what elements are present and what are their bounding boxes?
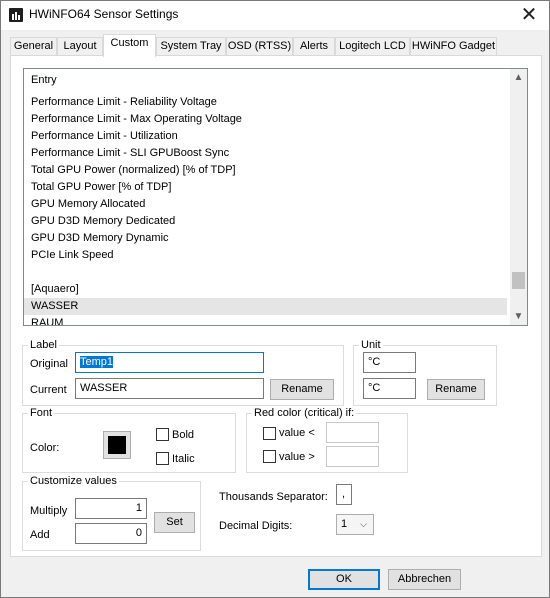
list-item[interactable]: GPU Memory Allocated bbox=[24, 196, 507, 213]
tab-osd-rtss[interactable]: OSD (RTSS) bbox=[226, 37, 293, 56]
customize-values-title: Customize values bbox=[28, 474, 119, 488]
current-unit-field[interactable]: °C bbox=[363, 378, 416, 399]
current-label: Current bbox=[30, 384, 67, 396]
sensor-entry-list[interactable]: Entry Performance Limit - Reliability Vo… bbox=[23, 68, 528, 326]
cancel-button[interactable]: Abbrechen bbox=[388, 569, 461, 590]
add-field[interactable]: 0 bbox=[75, 523, 147, 544]
list-scrollbar[interactable]: ▲ ▼ bbox=[510, 69, 527, 325]
list-item[interactable]: [Aquaero] bbox=[24, 281, 507, 298]
color-picker-button[interactable] bbox=[103, 431, 131, 459]
tab-alerts[interactable]: Alerts bbox=[293, 37, 335, 56]
list-item[interactable]: Total GPU Power [% of TDP] bbox=[24, 179, 507, 196]
tab-system-tray[interactable]: System Tray bbox=[156, 37, 226, 56]
list-item[interactable]: GPU D3D Memory Dedicated bbox=[24, 213, 507, 230]
sensor-settings-window: HWiNFO64 Sensor Settings ✕ General Layou… bbox=[0, 0, 550, 598]
original-unit-field[interactable]: °C bbox=[363, 352, 416, 373]
rename-unit-button[interactable]: Rename bbox=[427, 379, 485, 400]
red-color-group-title: Red color (critical) if: bbox=[252, 406, 357, 420]
list-item[interactable] bbox=[24, 264, 507, 281]
multiply-label: Multiply bbox=[30, 505, 68, 517]
italic-checkbox[interactable] bbox=[156, 452, 169, 465]
scroll-thumb[interactable] bbox=[512, 272, 525, 289]
list-items: Performance Limit - Reliability Voltage … bbox=[24, 94, 507, 325]
tab-layout[interactable]: Layout bbox=[57, 37, 103, 56]
thousands-separator-field[interactable]: , bbox=[336, 484, 352, 505]
original-label-field[interactable]: Temp1 bbox=[75, 352, 264, 373]
tab-hwinfo-gadget[interactable]: HWiNFO Gadget bbox=[410, 37, 497, 56]
color-label: Color: bbox=[30, 442, 60, 454]
current-label-field[interactable]: WASSER bbox=[75, 378, 264, 399]
value-greater-checkbox[interactable] bbox=[263, 450, 276, 463]
list-item[interactable]: Performance Limit - Max Operating Voltag… bbox=[24, 111, 507, 128]
hwinfo-app-icon bbox=[9, 8, 23, 22]
list-item[interactable]: Total GPU Power (normalized) [% of TDP] bbox=[24, 162, 507, 179]
decimal-digits-label: Decimal Digits: bbox=[219, 520, 293, 532]
multiply-field[interactable]: 1 bbox=[75, 498, 147, 519]
list-item[interactable]: PCIe Link Speed bbox=[24, 247, 507, 264]
window-title: HWiNFO64 Sensor Settings bbox=[29, 7, 179, 21]
tab-logitech-lcd[interactable]: Logitech LCD bbox=[335, 37, 410, 56]
list-item[interactable]: Performance Limit - Utilization bbox=[24, 128, 507, 145]
thousands-separator-label: Thousands Separator: bbox=[219, 491, 328, 503]
ok-button[interactable]: OK bbox=[308, 569, 380, 590]
value-less-label: value < bbox=[279, 427, 315, 439]
tab-general[interactable]: General bbox=[10, 37, 57, 56]
chevron-down-icon: ⌵ bbox=[360, 519, 367, 529]
set-button[interactable]: Set bbox=[154, 512, 195, 533]
italic-label: Italic bbox=[172, 453, 195, 465]
list-item[interactable]: Performance Limit - SLI GPUBoost Sync bbox=[24, 145, 507, 162]
value-greater-label: value > bbox=[279, 451, 315, 463]
list-item[interactable]: Performance Limit - Reliability Voltage bbox=[24, 94, 507, 111]
list-item-selected[interactable]: WASSER bbox=[24, 298, 507, 315]
close-icon[interactable]: ✕ bbox=[517, 3, 541, 27]
value-greater-field[interactable] bbox=[326, 446, 379, 467]
chevron-up-icon[interactable]: ▲ bbox=[510, 69, 527, 86]
value-less-checkbox[interactable] bbox=[263, 427, 276, 440]
unit-group-title: Unit bbox=[359, 338, 383, 352]
rename-label-button[interactable]: Rename bbox=[270, 379, 334, 400]
font-group-title: Font bbox=[28, 406, 55, 420]
list-item[interactable]: RAUM bbox=[24, 315, 507, 325]
decimal-digits-select[interactable]: 1 ⌵ bbox=[336, 514, 374, 535]
bold-label: Bold bbox=[172, 429, 195, 441]
decimal-digits-value: 1 bbox=[341, 518, 348, 530]
value-less-field[interactable] bbox=[326, 422, 379, 443]
label-group-title: Label bbox=[28, 338, 59, 352]
bold-checkbox[interactable] bbox=[156, 428, 169, 441]
title-bar: HWiNFO64 Sensor Settings ✕ bbox=[1, 1, 549, 30]
tab-custom[interactable]: Custom bbox=[103, 34, 156, 57]
list-item[interactable]: GPU D3D Memory Dynamic bbox=[24, 230, 507, 247]
add-label: Add bbox=[30, 529, 50, 541]
chevron-down-icon[interactable]: ▼ bbox=[510, 308, 527, 325]
list-header-entry: Entry bbox=[31, 74, 57, 86]
color-fill bbox=[108, 436, 126, 454]
original-label: Original bbox=[30, 358, 68, 370]
